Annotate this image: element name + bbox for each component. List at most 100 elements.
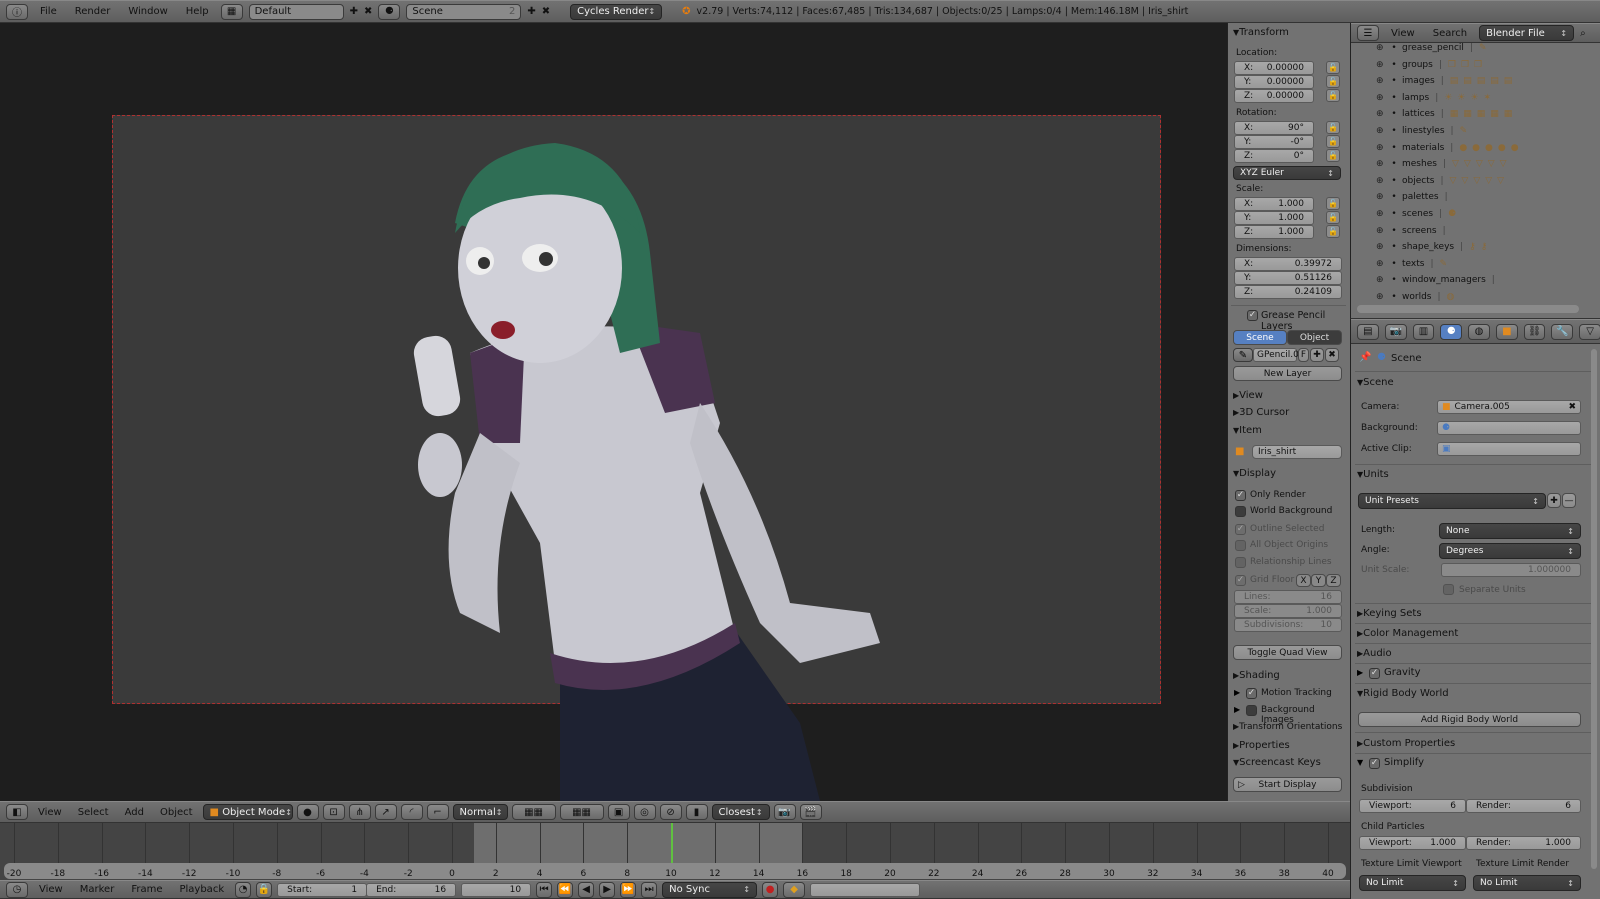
outliner-item-materials[interactable]: ⊕ • materials | ●●●●● (1376, 140, 1524, 156)
add-gpencil-icon[interactable]: ✚ (1310, 348, 1324, 362)
menu-help[interactable]: Help (180, 6, 215, 17)
angle-select[interactable]: Degrees (1439, 543, 1581, 559)
pivot-point-icon[interactable]: ⊡ (322, 804, 345, 820)
scale-x-field[interactable]: X: 1.000 (1234, 197, 1314, 211)
outliner-item-objects[interactable]: ⊕ • objects | ▽▽▽▽▽ (1376, 173, 1509, 189)
grid-axis-x-toggle[interactable]: X (1296, 574, 1311, 587)
tab-render-icon[interactable]: 📷 (1384, 323, 1407, 340)
grid-subdivisions-field[interactable]: Subdivisions: 10 (1234, 618, 1342, 632)
expand-icon[interactable]: ⊕ (1376, 76, 1386, 86)
rotation-mode-select[interactable]: XYZ Euler (1233, 166, 1341, 180)
grid-axis-y-toggle[interactable]: Y (1311, 574, 1326, 587)
motion-tracking-checkbox[interactable]: ✓ (1246, 688, 1257, 699)
expand-icon[interactable]: ⊕ (1376, 126, 1386, 136)
lock-icon[interactable]: 🔓 (1326, 135, 1340, 148)
view-panel-header[interactable]: View (1233, 390, 1263, 401)
expand-icon[interactable]: ⊕ (1376, 109, 1386, 119)
screencast-keys-header[interactable]: Screencast Keys (1233, 757, 1321, 768)
viewport-shading-icon[interactable]: ● (296, 804, 319, 820)
properties-editor-icon[interactable]: ▤ (1357, 323, 1379, 340)
object-name-field[interactable]: Iris_shirt (1252, 445, 1342, 459)
length-select[interactable]: None (1439, 523, 1581, 539)
play-icon[interactable]: ▶ (599, 881, 616, 898)
jump-keyframe-back-icon[interactable]: ⏪ (557, 881, 574, 898)
texture-limit-render-select[interactable]: No Limit (1473, 875, 1581, 891)
layers-grid-icon[interactable]: ▦▦ (511, 804, 556, 820)
search-icon[interactable]: ⌕ (1580, 28, 1586, 39)
jump-keyframe-forward-icon[interactable]: ⏩ (620, 881, 637, 898)
expand-icon[interactable]: ⊕ (1376, 275, 1386, 285)
simplify-header[interactable]: Simplify (1384, 757, 1424, 768)
current-frame-field[interactable]: 10 (461, 882, 532, 897)
camera-field[interactable]: ■ Camera.005 ✖ (1437, 400, 1581, 414)
transform-orientation-select[interactable]: Normal (452, 804, 508, 820)
outliner-item-lattices[interactable]: ⊕ • lattices | ▦▦▦▦▦ (1376, 106, 1517, 122)
expand-icon[interactable]: ⊕ (1376, 43, 1386, 53)
outliner-search-menu[interactable]: Search (1427, 28, 1473, 39)
playhead[interactable] (671, 823, 673, 863)
lock-icon[interactable]: 🔓 (1326, 211, 1340, 224)
screen-layout-icon[interactable]: ▦ (220, 3, 243, 20)
outliner-item-lamps[interactable]: ⊕ • lamps | ☀☀☀✶ (1376, 90, 1496, 106)
layers-grid-2-icon[interactable]: ▦▦ (559, 804, 604, 820)
editor-type-timeline-icon[interactable]: ◷ (6, 881, 28, 898)
new-layer-button[interactable]: New Layer (1233, 366, 1342, 381)
active-clip-field[interactable]: ▣ (1437, 442, 1581, 456)
expand-icon[interactable]: ⊕ (1376, 60, 1386, 70)
expand-icon[interactable]: ⊕ (1376, 259, 1386, 269)
scene-field[interactable]: Scene 2 (406, 3, 522, 20)
audio-header[interactable]: Audio (1357, 648, 1391, 659)
menu-frame[interactable]: Frame (125, 884, 168, 895)
rigid-body-world-header[interactable]: Rigid Body World (1357, 688, 1448, 699)
outliner-scrollbar[interactable] (1357, 305, 1579, 313)
expand-icon[interactable]: ⊕ (1376, 176, 1386, 186)
snap-icon[interactable]: ⊘ (659, 804, 682, 820)
editor-type-info-icon[interactable]: ⓘ (6, 3, 28, 20)
menu-render[interactable]: Render (69, 6, 117, 17)
sync-mode-select[interactable]: No Sync (662, 881, 758, 898)
outliner-item-palettes[interactable]: ⊕ • palettes | (1376, 189, 1454, 205)
subdivision-viewport-field[interactable]: Viewport: 6 (1359, 799, 1466, 813)
grid-axis-z-toggle[interactable]: Z (1326, 574, 1341, 587)
location-z-field[interactable]: Z: 0.00000 (1234, 89, 1314, 103)
outliner-item-meshes[interactable]: ⊕ • meshes | ▽▽▽▽▽ (1376, 156, 1512, 172)
menu-view[interactable]: View (33, 884, 69, 895)
gpencil-name-field[interactable]: GPencil.0 (1253, 348, 1299, 362)
tab-modifiers-icon[interactable]: 🔧 (1551, 323, 1574, 340)
3d-cursor-panel-header[interactable]: 3D Cursor (1233, 407, 1289, 418)
expand-icon[interactable]: ⊕ (1376, 143, 1386, 153)
outliner-item-linestyles[interactable]: ⊕ • linestyles | ✎ (1376, 123, 1472, 139)
remove-layout-icon[interactable]: ✖ (364, 6, 372, 17)
lock-range-icon[interactable]: 🔒 (256, 881, 273, 898)
location-y-field[interactable]: Y: 0.00000 (1234, 75, 1314, 89)
3d-viewport[interactable] (0, 23, 1227, 801)
timeline[interactable]: -20 -18 -16 -14 -12 -10 -8 -6 -4 -2 0 2 4 6 8 10 12 14 16 1… (0, 823, 1350, 880)
lock-icon[interactable]: 🔓 (1326, 61, 1340, 74)
outliner-item-groups[interactable]: ⊕ • groups | ❒❒❒ (1376, 57, 1487, 73)
manipulator-icon[interactable]: ⋔ (348, 804, 371, 820)
grid-lines-field[interactable]: Lines: 16 (1234, 590, 1342, 604)
toggle-quad-view-button[interactable]: Toggle Quad View (1233, 645, 1342, 660)
editor-type-3d-icon[interactable]: ◧ (6, 804, 28, 820)
tab-constraints-icon[interactable]: ⛓ (1523, 323, 1546, 340)
expand-icon[interactable]: ⊕ (1376, 226, 1386, 236)
start-frame-field[interactable]: Start: 1 (277, 882, 368, 897)
translate-manipulator-icon[interactable]: ↗ (374, 804, 397, 820)
shading-panel-header[interactable]: Shading (1233, 670, 1280, 681)
simplify-checkbox[interactable]: ✓ (1369, 758, 1380, 769)
keying-icon[interactable]: ◆ (783, 881, 806, 898)
lock-icon[interactable]: 🔓 (1326, 75, 1340, 88)
add-preset-icon[interactable]: ✚ (1547, 493, 1561, 508)
outliner-item-images[interactable]: ⊕ • images | ▤▤▤▤▤ (1376, 73, 1517, 89)
scene-icon[interactable]: ⚈ (378, 3, 401, 20)
all-origins-checkbox[interactable] (1235, 540, 1246, 551)
subdivision-render-field[interactable]: Render: 6 (1466, 799, 1581, 813)
color-management-header[interactable]: Color Management (1357, 628, 1458, 639)
expand-icon[interactable]: ⊕ (1376, 292, 1386, 302)
rotate-manipulator-icon[interactable]: ◜ (400, 804, 423, 820)
gp-scene-tab[interactable]: Scene (1233, 330, 1287, 345)
keying-set-field[interactable] (810, 882, 921, 897)
proportional-edit-icon[interactable]: ◎ (633, 804, 656, 820)
menu-object[interactable]: Object (154, 807, 199, 818)
rotation-x-field[interactable]: X: 90° (1234, 121, 1314, 135)
